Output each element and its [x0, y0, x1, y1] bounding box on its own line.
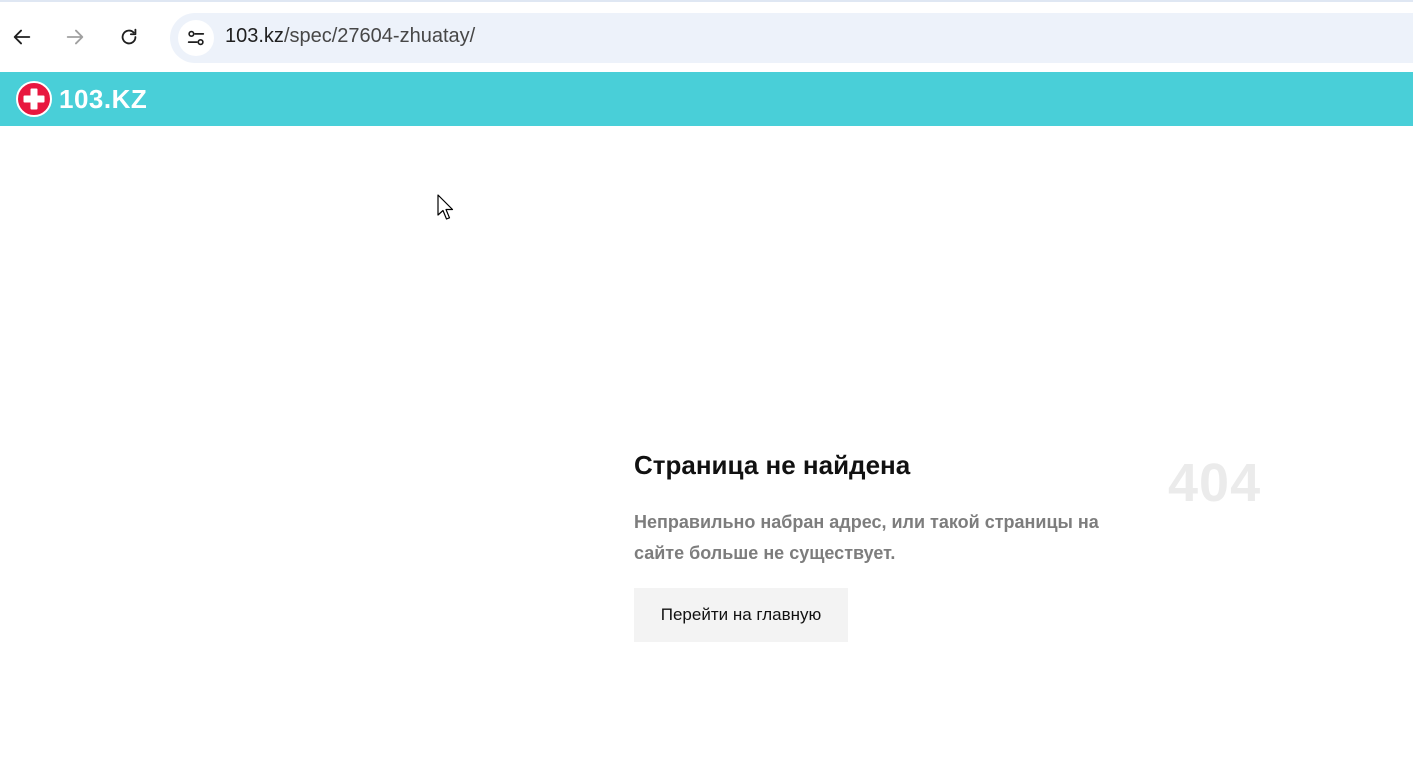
go-home-button[interactable]: Перейти на главную [634, 588, 848, 642]
url-host: 103.kz [225, 25, 284, 47]
address-bar[interactable]: 103.kz/spec/27604-zhuatay/ [170, 13, 1413, 63]
site-header: 103.KZ [0, 72, 1413, 126]
browser-toolbar: 103.kz/spec/27604-zhuatay/ [0, 0, 1413, 72]
reload-icon [121, 28, 137, 45]
arrow-right-icon [66, 29, 84, 45]
site-logo[interactable]: 103.KZ [16, 81, 147, 117]
page-title: Страница не найдена [634, 450, 911, 480]
url-text[interactable]: 103.kz/spec/27604-zhuatay/ [225, 25, 475, 48]
site-info-button[interactable] [178, 20, 214, 56]
arrow-left-icon [13, 29, 31, 45]
medical-cross-icon [16, 81, 52, 117]
forward-button[interactable] [57, 19, 93, 55]
url-path: /spec/27604-zhuatay/ [283, 25, 476, 47]
error-code: 404 [1168, 453, 1262, 513]
logo-text: 103.KZ [59, 83, 148, 114]
tune-icon [187, 30, 205, 46]
back-button[interactable] [4, 19, 40, 55]
error-description: Неправильно набран адрес, или такой стра… [634, 512, 1099, 563]
mouse-pointer-icon [437, 194, 454, 220]
reload-button[interactable] [111, 19, 147, 55]
